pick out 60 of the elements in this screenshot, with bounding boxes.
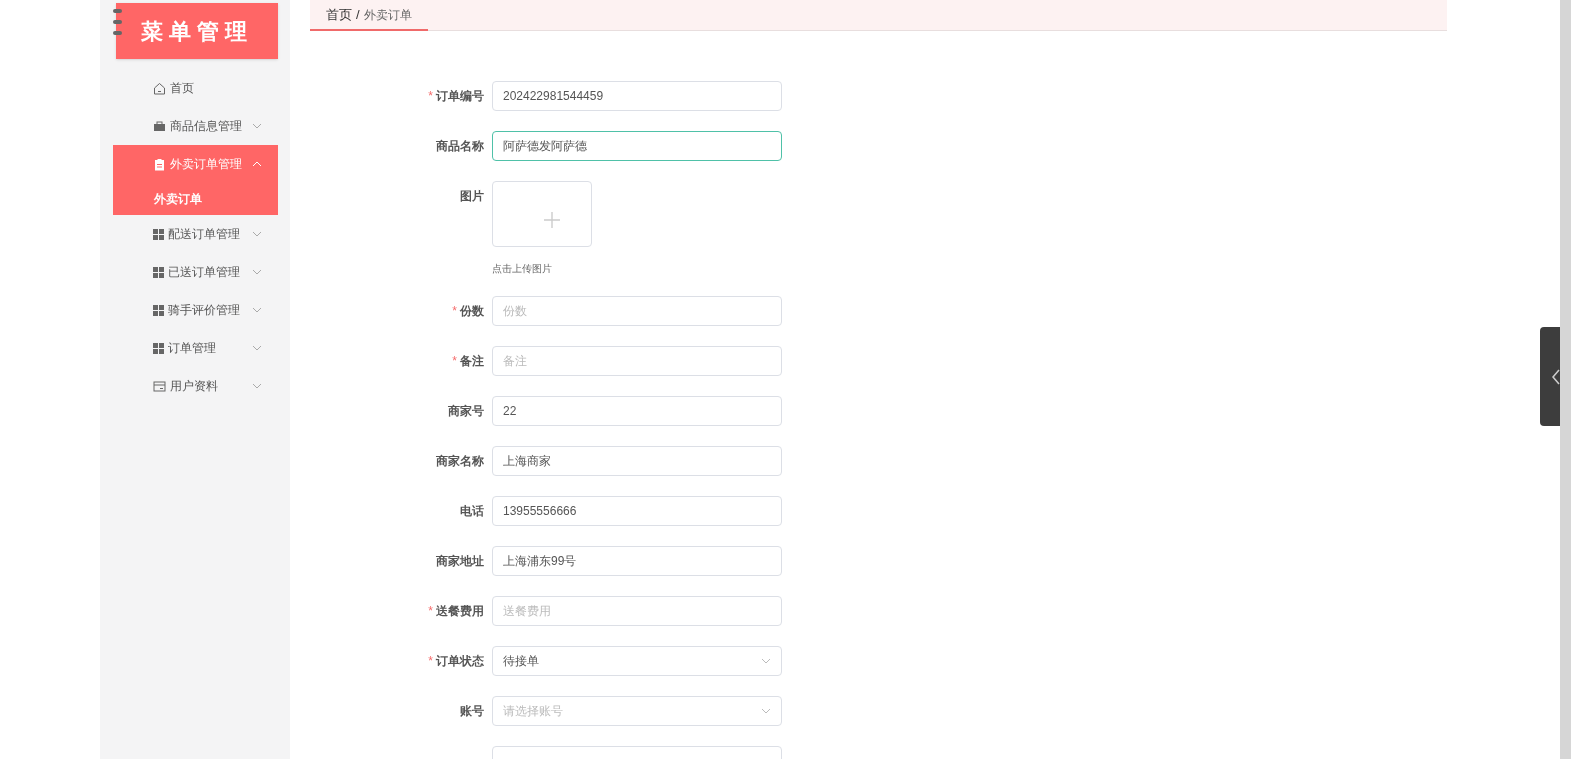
home-icon [153, 81, 166, 95]
breadcrumb-separator: / [356, 5, 360, 24]
card-icon [153, 379, 166, 393]
input-field[interactable]: 阿萨德发阿萨德 [492, 131, 782, 161]
chevron-up-icon [252, 161, 262, 167]
input-field[interactable]: 份数 [492, 296, 782, 326]
field-label: 份数 [460, 304, 484, 318]
field-label: 电话 [460, 504, 484, 518]
field-label: 订单状态 [436, 654, 484, 668]
menu-item[interactable]: 配送订单管理 [113, 215, 278, 253]
binder-rings-icon [113, 9, 122, 35]
chevron-down-icon [252, 345, 262, 351]
field-label: 订单编号 [436, 89, 484, 103]
input-field[interactable]: 备注 [492, 346, 782, 376]
clipboard-icon [153, 157, 166, 171]
menu-item[interactable]: 首页 [113, 69, 278, 107]
menu-item[interactable]: 用户资料 [113, 367, 278, 405]
breadcrumb-current: 外卖订单 [363, 6, 412, 24]
upload-box[interactable] [492, 181, 592, 247]
menu-item[interactable]: 已送订单管理 [113, 253, 278, 291]
logo-title: 菜单管理 [141, 17, 253, 46]
field-label: 备注 [460, 354, 484, 368]
chevron-down-icon [252, 123, 262, 129]
grid-icon [153, 228, 164, 240]
chevron-down-icon [252, 231, 262, 237]
field-label: 商家名称 [436, 454, 484, 468]
required-asterisk: * [452, 354, 457, 368]
grid-icon [153, 342, 164, 354]
required-asterisk: * [428, 604, 433, 618]
input-field[interactable]: 上海商家 [492, 446, 782, 476]
input-field[interactable]: 202422981544459 [492, 81, 782, 111]
chevron-down-icon [252, 269, 262, 275]
chevron-down-icon [761, 708, 771, 714]
field-label: 账号 [460, 704, 484, 718]
field-label: 商家地址 [436, 554, 484, 568]
field-label: 送餐费用 [436, 604, 484, 618]
required-asterisk: * [428, 654, 433, 668]
plus-icon [544, 212, 560, 228]
breadcrumb-link[interactable]: 首页 [326, 4, 352, 25]
input-field[interactable]: 13955556666 [492, 496, 782, 526]
required-asterisk: * [452, 304, 457, 318]
briefcase-icon [153, 119, 166, 133]
field-label: 商家号 [448, 404, 484, 418]
chevron-down-icon [761, 658, 771, 664]
field-label: 图片 [460, 189, 484, 203]
upload-hint: 点击上传图片 [492, 262, 553, 276]
input-field[interactable]: 上海浦东99号 [492, 546, 782, 576]
select-field[interactable]: 待接单 [492, 646, 782, 676]
grid-icon [153, 266, 164, 278]
field-label: 商品名称 [436, 139, 484, 153]
input-field[interactable]: 送餐费用 [492, 596, 782, 626]
input-field[interactable]: 22 [492, 396, 782, 426]
drawer-handle[interactable] [1540, 327, 1560, 426]
menu-item[interactable]: 订单管理 [113, 329, 278, 367]
menu-item[interactable]: 骑手评价管理 [113, 291, 278, 329]
chevron-down-icon [252, 307, 262, 313]
menu-item[interactable]: 商品信息管理 [113, 107, 278, 145]
required-asterisk: * [428, 89, 433, 103]
grid-icon [153, 304, 164, 316]
chevron-down-icon [252, 383, 262, 389]
